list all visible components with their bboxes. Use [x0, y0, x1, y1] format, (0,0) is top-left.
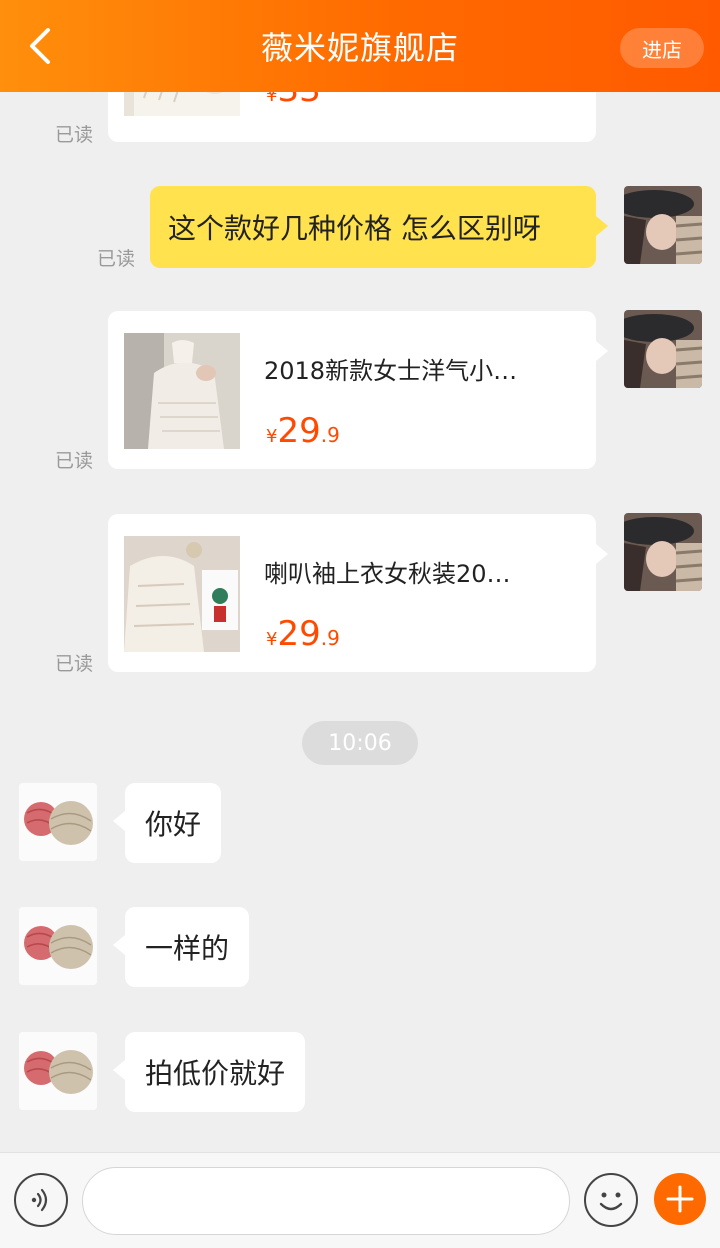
timestamp-badge: 10:06: [302, 721, 418, 765]
product-price: ¥29.9: [266, 614, 340, 654]
product-thumbnail: [124, 333, 240, 449]
shop-message-bubble[interactable]: 你好: [112, 783, 222, 863]
message-text: 你好: [145, 808, 202, 841]
chat-header: 薇米妮旗舰店 进店: [0, 0, 720, 92]
product-title: 2018新款女士洋气小…: [264, 357, 518, 385]
message-text: 一样的: [145, 932, 230, 965]
voice-button[interactable]: [14, 1173, 68, 1227]
product-title: 喇叭袖上衣女秋装20…: [264, 560, 511, 588]
product-card[interactable]: 2018新款女士洋气小… ¥29.9: [108, 311, 608, 469]
shop-message-bubble[interactable]: 拍低价就好: [112, 1032, 306, 1112]
emoji-button[interactable]: [584, 1173, 638, 1227]
read-status: 已读: [55, 450, 94, 472]
chat-messages: ¥33 已读 已读 这个款好几种价格 怎么区别呀 已读 2018新款女士洋气小……: [0, 92, 720, 1152]
emoji-icon: [599, 1192, 623, 1211]
shop-title: 薇米妮旗舰店: [260, 29, 459, 67]
my-avatar[interactable]: [624, 513, 702, 591]
product-price: ¥29.9: [266, 411, 340, 451]
read-status: 已读: [55, 124, 94, 146]
shop-avatar[interactable]: [19, 907, 97, 985]
product-thumbnail: [124, 536, 240, 652]
plus-icon: [666, 1185, 694, 1213]
shop-message-bubble[interactable]: 一样的: [112, 907, 250, 987]
message-text: 拍低价就好: [145, 1057, 286, 1090]
product-thumbnail: [124, 92, 240, 116]
product-card[interactable]: 喇叭袖上衣女秋装20… ¥29.9: [108, 514, 608, 672]
more-button[interactable]: [654, 1173, 706, 1225]
input-bar: [0, 1152, 720, 1248]
message-input[interactable]: [82, 1167, 570, 1235]
shop-avatar[interactable]: [19, 783, 97, 861]
my-avatar[interactable]: [624, 186, 702, 264]
voice-icon: [31, 1188, 48, 1212]
product-card-partial[interactable]: ¥33: [108, 92, 596, 142]
enter-shop-button[interactable]: 进店: [620, 28, 704, 68]
chevron-left-icon: [30, 28, 50, 64]
read-status: 已读: [55, 653, 94, 675]
message-text: 这个款好几种价格 怎么区别呀: [168, 212, 541, 245]
read-status: 已读: [97, 248, 136, 270]
my-avatar[interactable]: [624, 310, 702, 388]
back-button[interactable]: [18, 24, 62, 68]
product-price: ¥33: [266, 92, 321, 110]
shop-avatar[interactable]: [19, 1032, 97, 1110]
my-message-bubble[interactable]: 这个款好几种价格 怎么区别呀: [150, 186, 608, 268]
